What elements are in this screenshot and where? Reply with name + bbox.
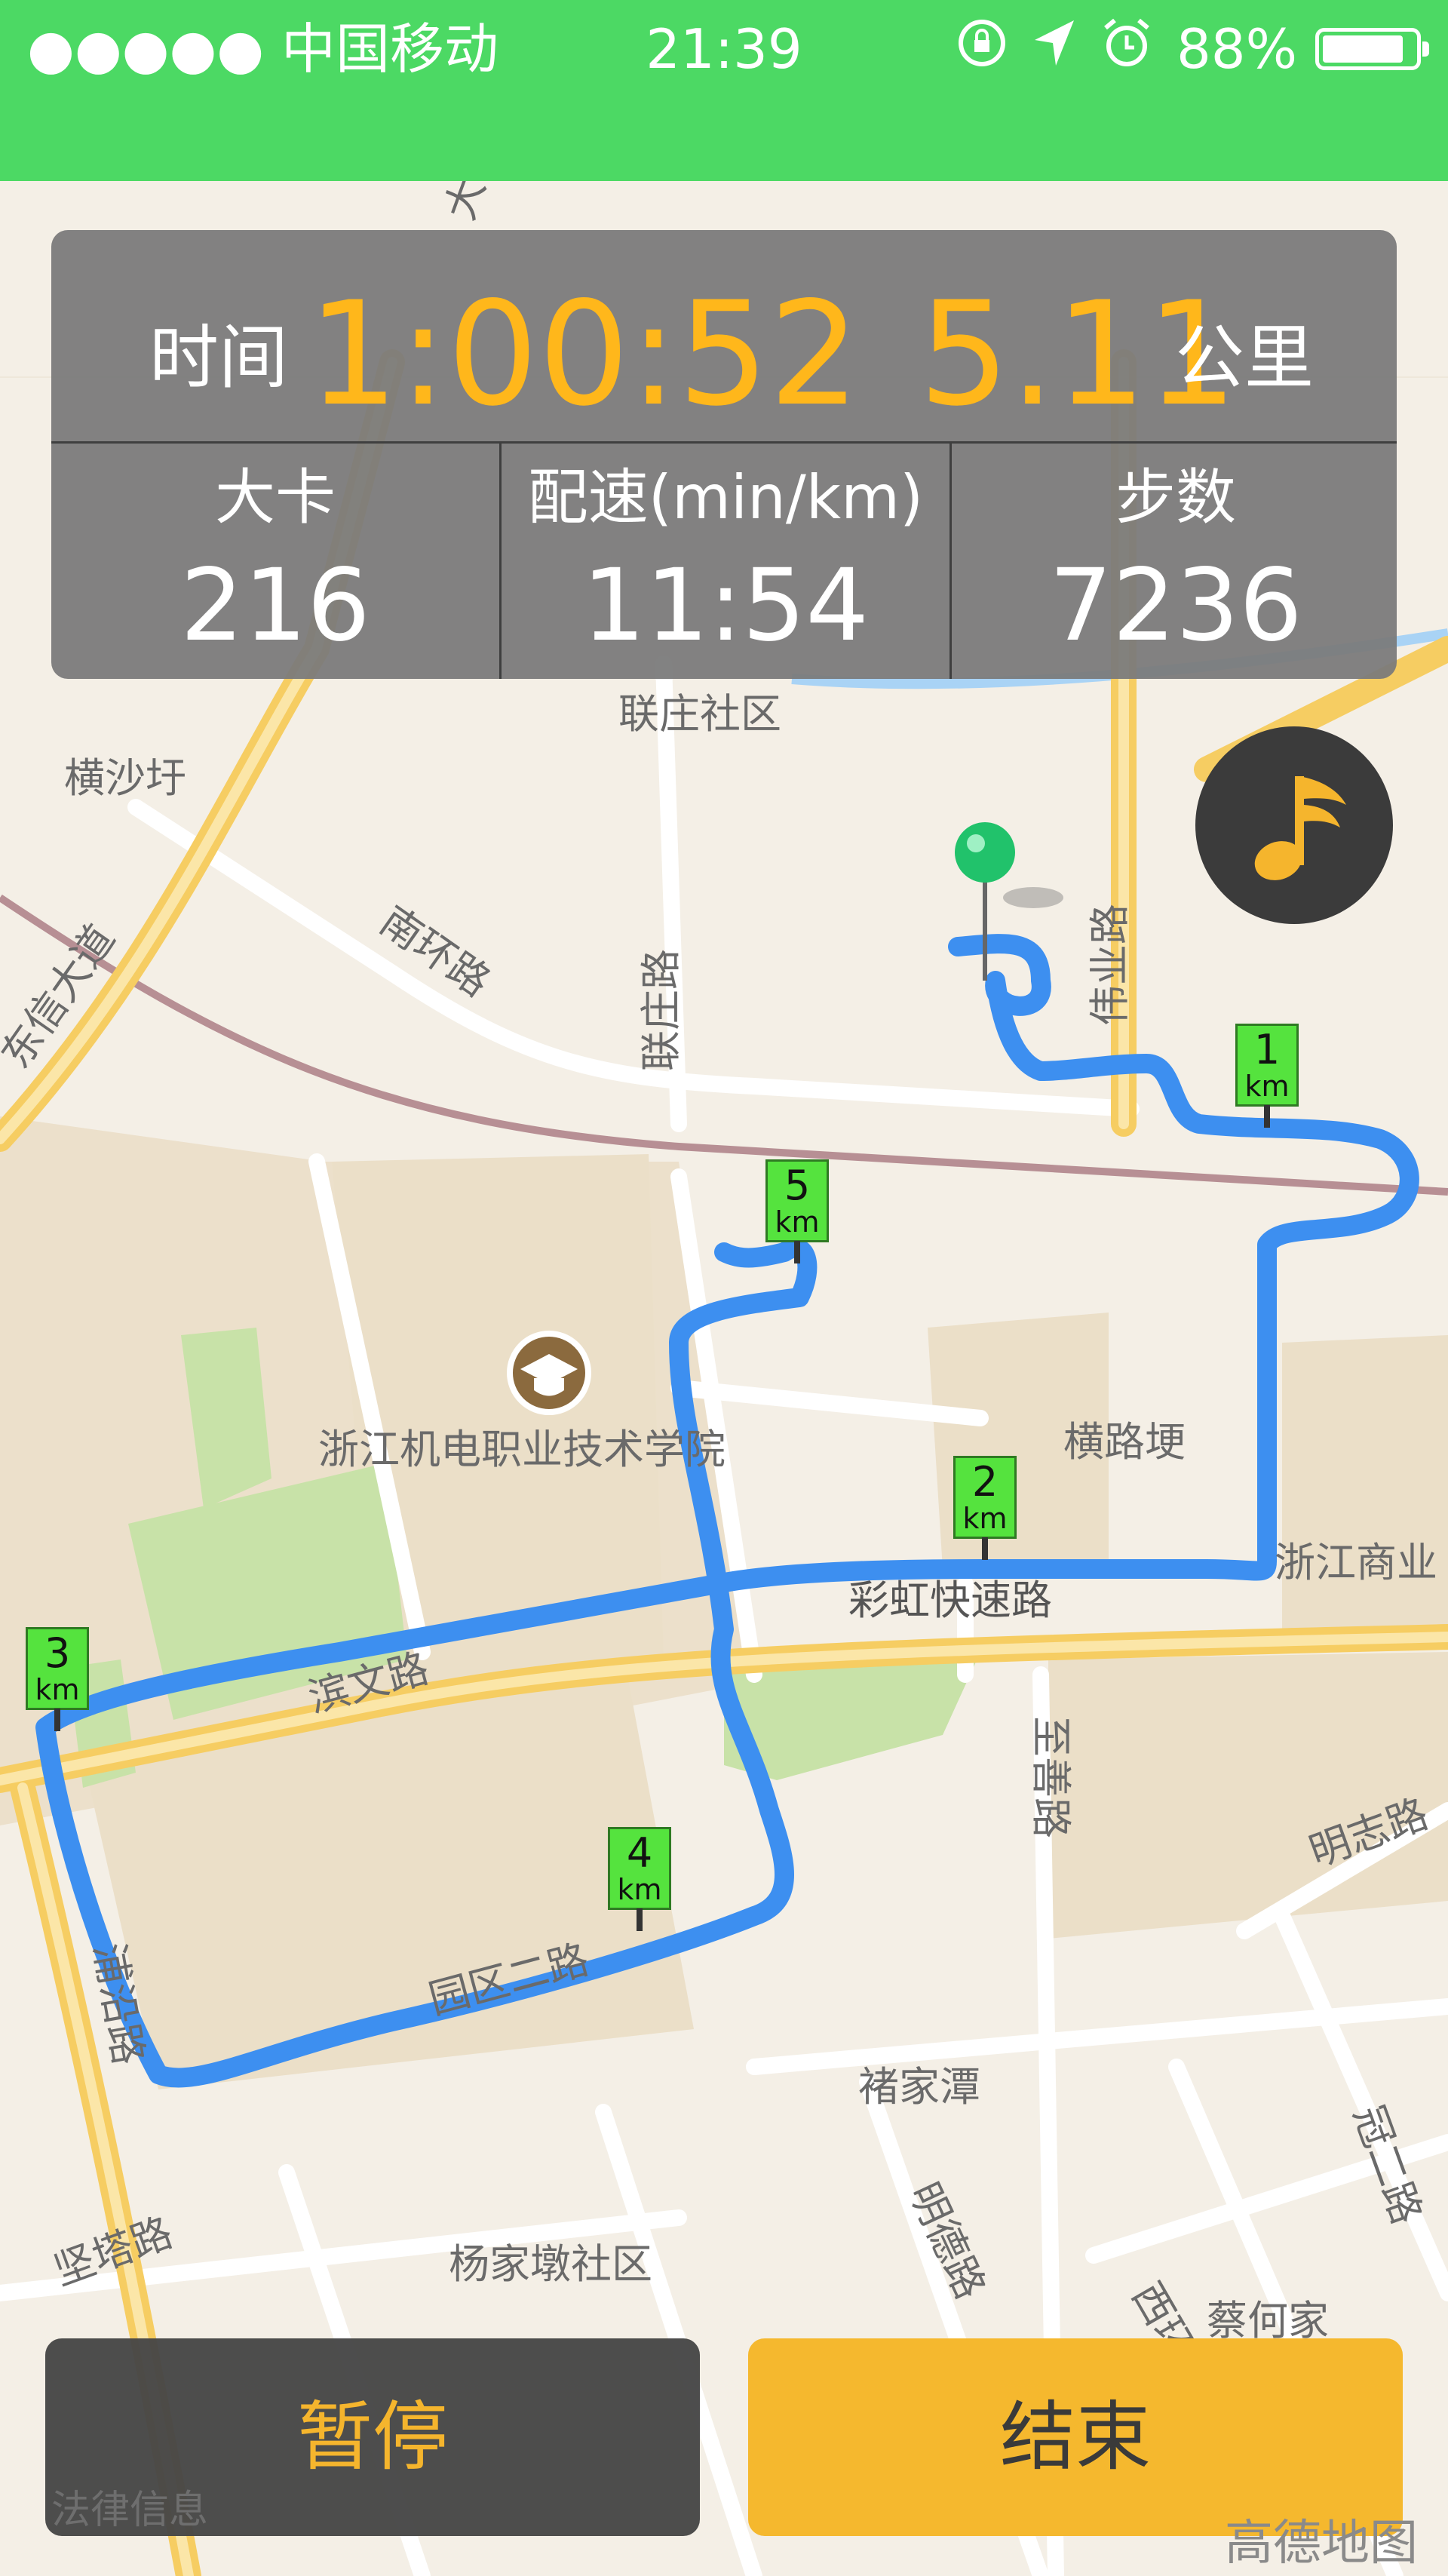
km-marker-3: 3 km <box>26 1627 89 1731</box>
km-marker-2: 2 km <box>953 1456 1017 1560</box>
location-arrow-icon <box>1032 14 1077 84</box>
map-label-zhejiang-commerce: 浙江商业 <box>1275 1539 1437 1586</box>
map-label-yangjiadun-community: 杨家墩社区 <box>449 2240 652 2288</box>
alarm-icon <box>1098 14 1155 84</box>
km-marker-number: 3 <box>44 1629 71 1677</box>
status-bar: ●●●●● 中国移动 21:39 88% <box>0 0 1448 181</box>
km-marker-number: 4 <box>626 1829 653 1877</box>
steps-value: 7236 <box>1049 548 1302 664</box>
calories-label: 大卡 <box>215 462 336 533</box>
stats-top-row: 时间 1:00:52 5.11 公里 <box>51 230 1397 444</box>
map-label-mingde-road: 明德路 <box>900 2175 995 2306</box>
music-note-icon <box>1254 776 1346 880</box>
battery-percentage: 88% <box>1176 17 1297 81</box>
legal-info-link[interactable]: 法律信息 <box>51 2478 208 2535</box>
pace-label: 配速(min/km) <box>527 462 924 533</box>
km-marker-number: 2 <box>971 1458 999 1506</box>
map-label-lianzhuang-community: 联庄社区 <box>618 690 781 738</box>
map-label-college: 浙江机电职业技术学院 <box>318 1426 726 1473</box>
map-label-hengshayu: 横沙圩 <box>64 754 186 802</box>
km-marker-unit: km <box>775 1205 820 1239</box>
running-app-screen: ●●●●● 中国移动 21:39 88% 联庄社区 横沙圩 伟业路 南环路 联庄… <box>0 0 1448 2576</box>
workout-stats-panel: 时间 1:00:52 5.11 公里 大卡 216 配速(min/km) 11:… <box>51 230 1397 679</box>
battery-fill <box>1323 35 1403 63</box>
km-marker-number: 1 <box>1253 1026 1281 1073</box>
km-marker-unit: km <box>1244 1070 1290 1103</box>
km-marker-1: 1 km <box>1235 1024 1299 1128</box>
map-brand-logo: 高德地图 <box>1225 2516 1418 2571</box>
map-label-da: 大 <box>436 181 495 226</box>
map-label-caihejia: 蔡何家 <box>1207 2297 1329 2344</box>
km-marker-number: 5 <box>784 1162 811 1209</box>
time-label: 时间 <box>149 318 289 398</box>
map-label-weiye-road: 伟业路 <box>1086 904 1134 1026</box>
km-marker-4: 4 km <box>608 1827 671 1931</box>
calories-cell: 大卡 216 <box>51 444 499 679</box>
km-marker-unit: km <box>35 1673 80 1706</box>
rotation-lock-icon <box>953 14 1011 84</box>
distance-unit: 公里 <box>1175 318 1315 398</box>
pace-value: 11:54 <box>581 548 870 664</box>
pace-cell: 配速(min/km) 11:54 <box>502 444 949 679</box>
elapsed-time-value: 1:00:52 <box>308 271 861 438</box>
steps-label: 步数 <box>1115 462 1236 533</box>
map-label-caihong-expressway: 彩虹快速路 <box>848 1577 1052 1624</box>
calories-value: 216 <box>180 548 370 664</box>
steps-cell: 步数 7236 <box>952 444 1397 679</box>
map-label-henglugeng: 横路埂 <box>1063 1418 1186 1466</box>
status-right-group: 88% <box>953 14 1429 84</box>
battery-icon <box>1315 28 1429 70</box>
map-label-nanhuan-road: 南环路 <box>372 897 499 1006</box>
college-poi-icon[interactable] <box>507 1331 591 1415</box>
km-marker-5: 5 km <box>765 1159 829 1263</box>
music-button[interactable] <box>1195 726 1393 924</box>
map-label-zhujiatan: 褚家潭 <box>858 2063 980 2111</box>
km-marker-unit: km <box>962 1502 1008 1535</box>
map-label-zhishan-road: 至善路 <box>1027 1716 1075 1838</box>
map-label-lianzhuang-road: 联庄路 <box>637 949 685 1071</box>
km-marker-unit: km <box>617 1873 662 1906</box>
